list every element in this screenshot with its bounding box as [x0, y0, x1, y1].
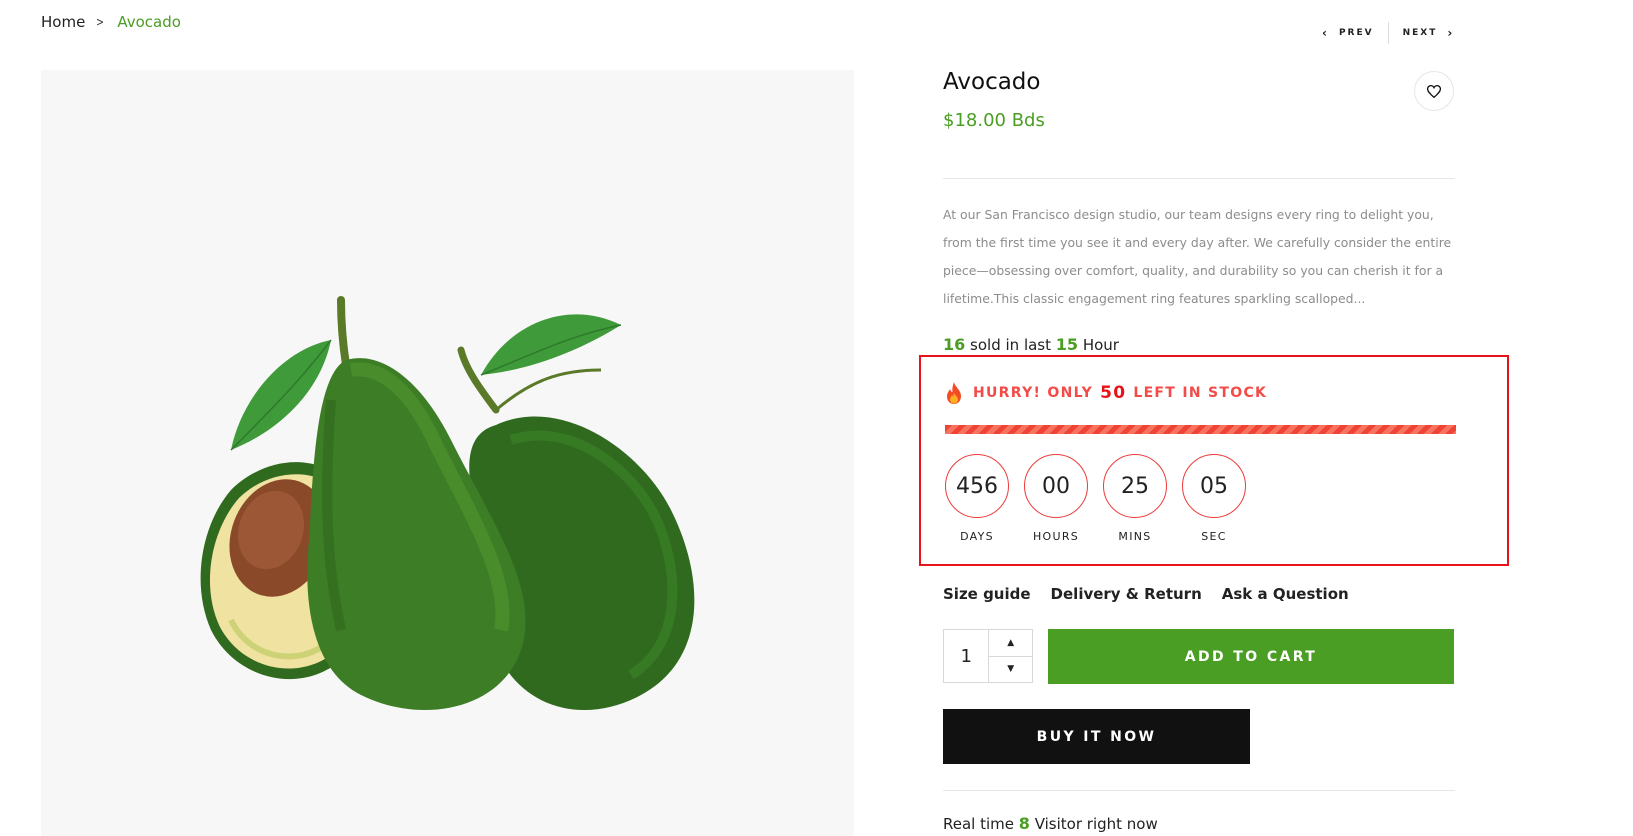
next-label: NEXT — [1402, 28, 1438, 38]
sold-counter: 16 sold in last 15 Hour — [943, 335, 1119, 354]
fire-icon — [947, 382, 961, 404]
countdown-label: SEC — [1201, 530, 1227, 543]
product-description: At our San Francisco design studio, our … — [943, 207, 1452, 306]
buy-now-button[interactable]: BUY IT NOW — [943, 709, 1250, 764]
stock-suffix: LEFT IN STOCK — [1133, 385, 1268, 401]
avocado-illustration — [200, 296, 695, 710]
countdown-label: MINS — [1118, 530, 1152, 543]
breadcrumb-current: Avocado — [117, 13, 181, 31]
countdown-value: 05 — [1182, 454, 1246, 518]
divider — [943, 178, 1455, 179]
pagination-divider — [1387, 22, 1389, 44]
chevron-left-icon: ‹ — [1322, 26, 1329, 40]
countdown-unit: 00 HOURS — [1024, 454, 1088, 543]
countdown-value: 25 — [1103, 454, 1167, 518]
heart-icon — [1427, 84, 1441, 98]
product-pagination: ‹ PREV NEXT › — [1322, 22, 1454, 44]
product-title: Avocado — [943, 69, 1041, 95]
caret-down-icon: ▼ — [1007, 664, 1015, 675]
stock-progress-bar — [945, 425, 1456, 434]
sold-count: 16 — [943, 335, 966, 354]
product-price: $18.00 Bds — [943, 110, 1045, 131]
stock-count: 50 — [1100, 383, 1127, 403]
chevron-right-icon: > — [96, 15, 105, 29]
breadcrumb-home-link[interactable]: Home — [41, 13, 85, 31]
wishlist-button[interactable] — [1414, 71, 1454, 111]
sold-text: sold in last — [970, 336, 1051, 354]
ask-question-link[interactable]: Ask a Question — [1222, 585, 1349, 603]
size-guide-link[interactable]: Size guide — [943, 585, 1031, 603]
countdown-value: 00 — [1024, 454, 1088, 518]
delivery-return-link[interactable]: Delivery & Return — [1051, 585, 1202, 603]
countdown-value: 456 — [945, 454, 1009, 518]
prev-label: PREV — [1338, 28, 1374, 38]
caret-up-icon: ▲ — [1007, 637, 1015, 648]
countdown-label: HOURS — [1032, 530, 1080, 543]
decrease-button[interactable]: ▼ — [989, 657, 1032, 683]
visitor-count: 8 — [1018, 814, 1030, 833]
product-image[interactable] — [41, 70, 854, 836]
breadcrumb: Home > Avocado — [41, 13, 181, 31]
increase-button[interactable]: ▲ — [989, 630, 1032, 657]
countdown-label: DAYS — [960, 530, 994, 543]
prev-button[interactable]: ‹ PREV — [1322, 26, 1374, 40]
add-to-cart-button[interactable]: ADD TO CART — [1048, 629, 1454, 684]
product-links: Size guide Delivery & Return Ask a Quest… — [943, 585, 1349, 603]
countdown-unit: 25 MINS — [1103, 454, 1167, 543]
quantity-stepper: 1 ▲ ▼ — [943, 629, 1033, 683]
sold-hours: 15 — [1055, 335, 1079, 354]
countdown-unit: 05 SEC — [1182, 454, 1246, 543]
countdown-unit: 456 DAYS — [945, 454, 1009, 543]
stock-urgency-box: HURRY! ONLY 50 LEFT IN STOCK 456 DAYS 00 HO… — [919, 355, 1509, 566]
visitor-counter: Real time 8 Visitor right now — [943, 814, 1158, 833]
next-button[interactable]: NEXT › — [1403, 26, 1455, 40]
stock-prefix: HURRY! ONLY — [973, 385, 1094, 401]
visitor-suffix: Visitor right now — [1034, 815, 1158, 833]
quantity-input[interactable]: 1 — [944, 630, 988, 682]
divider — [943, 790, 1455, 791]
quantity-arrows: ▲ ▼ — [988, 630, 1032, 682]
countdown-timer: 456 DAYS 00 HOURS 25 MINS 05 SEC — [945, 454, 1246, 543]
visitor-prefix: Real time — [943, 815, 1014, 833]
sold-suffix: Hour — [1082, 336, 1119, 354]
stock-alert: HURRY! ONLY 50 LEFT IN STOCK — [945, 381, 1267, 405]
chevron-right-icon: › — [1447, 26, 1455, 40]
